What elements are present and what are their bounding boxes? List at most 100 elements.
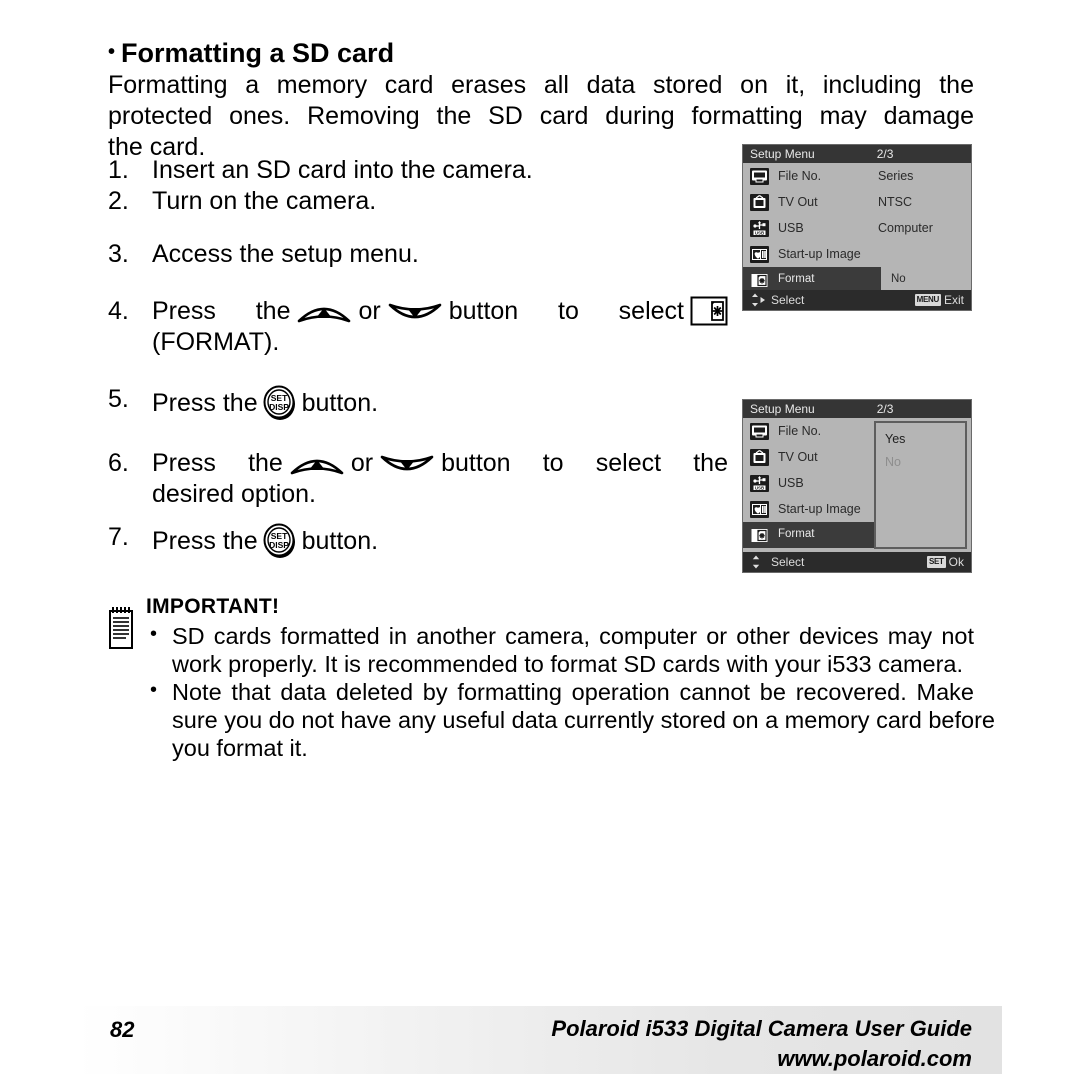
lcd-1-row-start-up-image[interactable]: Start-up Image [743, 241, 971, 267]
step-2: 2. Turn on the camera. [108, 186, 728, 217]
lcd-2-label-format: Format [778, 528, 815, 540]
lcd-1-header: Setup Menu 2/3 [743, 145, 971, 163]
submenu-option-yes[interactable]: Yes [885, 432, 965, 446]
lcd-1-title: Setup Menu [750, 147, 815, 161]
lcd-1-row-usb[interactable]: USB USB Computer [743, 215, 971, 241]
lcd-1-footer-action[interactable]: MENU Exit [914, 293, 964, 307]
svg-text:DISP: DISP [269, 402, 289, 412]
heading-bullet-icon: • [108, 41, 116, 63]
important-item-2: • Note that data deleted by formatting o… [146, 678, 995, 762]
step-7-text-1: Press the [152, 527, 258, 555]
heading-text: Formatting a SD card [121, 38, 395, 68]
manual-page: • Formatting a SD card Formatting a memor… [0, 0, 1080, 1080]
lcd-1-value-format: No [891, 273, 906, 285]
file-no-icon [750, 422, 769, 440]
lcd-2-row-usb[interactable]: USB USB [743, 470, 871, 496]
step-2-text: Turn on the camera. [152, 187, 377, 215]
svg-text:USB: USB [755, 230, 764, 235]
format-confirm-submenu: Yes No [874, 421, 967, 549]
step-7: 7. Press the SET DISP button. [108, 522, 728, 560]
step-6-text-1: Press the [152, 449, 283, 477]
step-6-line-2: desired option. [152, 480, 317, 508]
lcd-2-header: Setup Menu 2/3 [743, 400, 971, 418]
lcd-1-footer-exit-label: Exit [943, 293, 964, 307]
up-down-right-arrows-icon [750, 293, 766, 307]
lcd-2-row-file-no[interactable]: File No. [743, 418, 871, 444]
intro-line-1: Formatting a memory card erases all data… [108, 71, 974, 99]
step-4-text-3: button to select [448, 297, 684, 325]
lcd-1-label-start-up-image: Start-up Image [778, 247, 861, 261]
lcd-2-row-format-selected[interactable]: Format [743, 522, 881, 548]
svg-text:DISP: DISP [269, 540, 289, 550]
lcd-1-value-usb: Computer [878, 221, 933, 235]
submenu-option-no[interactable]: No [885, 455, 965, 469]
step-1-number: 1. [108, 156, 129, 184]
tv-out-icon [750, 448, 769, 466]
step-1-text: Insert an SD card into the camera. [152, 156, 533, 184]
step-5-text-1: Press the [152, 389, 258, 417]
step-3-text: Access the setup menu. [152, 240, 419, 268]
footer-website: www.polaroid.com [777, 1046, 972, 1071]
lcd-2-title: Setup Menu [750, 402, 815, 416]
camera-lcd-setup-menu-1: Setup Menu 2/3 File No. Series TV Out NT… [742, 144, 972, 311]
step-2-number: 2. [108, 187, 129, 215]
intro-line-2: protected ones. Removing the SD card dur… [108, 102, 974, 130]
format-icon [750, 272, 769, 292]
important-note-block: IMPORTANT! • SD cards formatted in anoth… [108, 594, 995, 762]
bullet-icon: • [150, 679, 158, 701]
up-arc-button-icon [296, 300, 352, 326]
important-item-2-line-2: sure you do not have any useful data cur… [172, 707, 995, 733]
usb-icon: USB [750, 474, 769, 492]
format-card-asterisk-icon [690, 296, 728, 326]
start-up-image-icon [750, 500, 769, 518]
step-4-number: 4. [108, 297, 129, 325]
down-arc-button-icon [379, 452, 435, 478]
set-disp-button-icon: SET DISP [261, 522, 299, 560]
step-4-text-2: or [358, 297, 381, 325]
step-6-number: 6. [108, 449, 129, 477]
important-item-1-line-2: work properly. It is recommended to form… [172, 651, 964, 677]
lcd-1-label-usb: USB [778, 221, 804, 235]
set-badge: SET [926, 556, 946, 568]
file-no-icon [750, 167, 769, 185]
up-arc-button-icon [289, 452, 345, 478]
lcd-2-footer-action[interactable]: SET Ok [926, 555, 964, 569]
lcd-1-row-tv-out[interactable]: TV Out NTSC [743, 189, 971, 215]
tv-out-icon [750, 193, 769, 211]
step-5: 5. Press the SET DISP button. [108, 384, 728, 422]
important-item-1-line-1: SD cards formatted in another camera, co… [172, 623, 974, 649]
footer-guide-title: Polaroid i533 Digital Camera User Guide [551, 1016, 972, 1041]
step-4-line-2: (FORMAT). [152, 328, 280, 356]
step-4: 4. Press the or button to select (FORMAT). [108, 296, 728, 358]
lcd-1-footer: Select MENU Exit [743, 290, 971, 310]
lcd-2-row-tv-out[interactable]: TV Out [743, 444, 871, 470]
step-4-text-1: Press the [152, 297, 291, 325]
lcd-2-label-usb: USB [778, 476, 804, 490]
step-6-text-3: button to select the [441, 449, 728, 477]
step-4-line-1: Press the or button to select [152, 296, 728, 327]
important-items: • SD cards formatted in another camera, … [146, 622, 995, 762]
step-7-text-2: button. [301, 527, 379, 555]
lcd-2-body: File No. TV Out USB USB Start-up Image F… [743, 418, 971, 552]
memo-notepad-icon [108, 606, 134, 650]
usb-icon: USB [750, 219, 769, 237]
lcd-2-label-file-no: File No. [778, 424, 822, 438]
lcd-1-value-file-no: Series [878, 169, 914, 183]
up-down-arrows-icon [750, 555, 766, 569]
lcd-2-row-start-up-image[interactable]: Start-up Image [743, 496, 871, 522]
step-1: 1. Insert an SD card into the camera. [108, 155, 728, 186]
svg-text:USB: USB [755, 485, 764, 490]
start-up-image-icon [750, 245, 769, 263]
lcd-2-label-start-up-image: Start-up Image [778, 502, 861, 516]
lcd-1-row-file-no[interactable]: File No. Series [743, 163, 971, 189]
important-item-2-line-3: you format it. [172, 735, 308, 761]
lcd-1-page-indicator: 2/3 [876, 147, 894, 161]
important-item-1: • SD cards formatted in another camera, … [146, 622, 974, 678]
important-item-2-line-1: Note that data deleted by formatting ope… [172, 679, 974, 705]
step-7-number: 7. [108, 523, 129, 551]
step-3: 3. Access the setup menu. [108, 239, 728, 270]
important-title: IMPORTANT! [146, 595, 280, 618]
set-disp-button-icon: SET DISP [261, 384, 299, 422]
